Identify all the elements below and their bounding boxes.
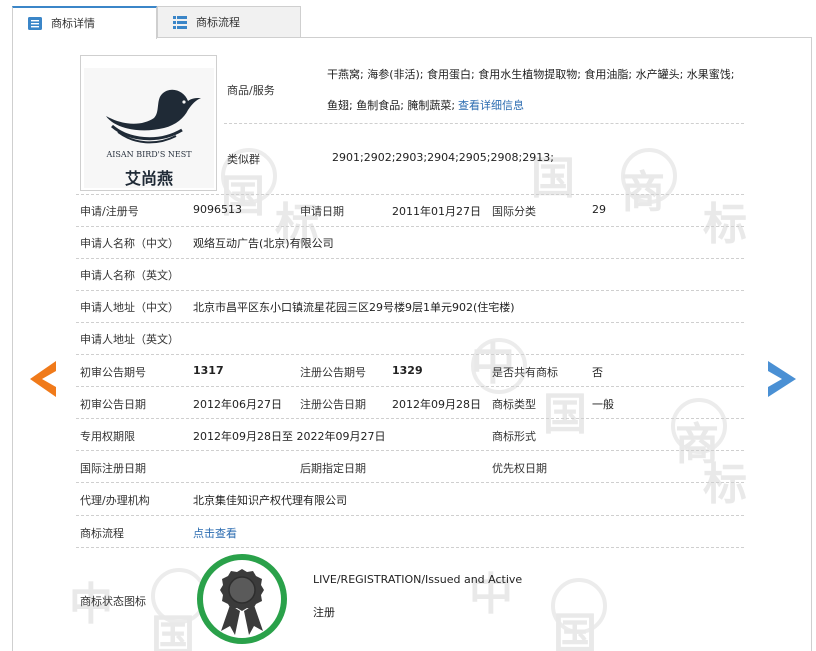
tab-trademark-flow[interactable]: 商标流程 bbox=[157, 6, 301, 38]
watermark-char: 国 bbox=[553, 609, 597, 651]
exclusive-value: 2012年09月28日至 2022年09月27日 bbox=[193, 430, 386, 443]
shared-value: 否 bbox=[592, 366, 603, 379]
prelim-issue-label: 初审公告期号 bbox=[80, 366, 146, 379]
intl-class-label: 国际分类 bbox=[492, 205, 536, 218]
tab-trademark-details[interactable]: 商标详情 bbox=[12, 6, 157, 39]
view-detail-link[interactable]: 查看详细信息 bbox=[458, 97, 524, 113]
award-ribbon-icon bbox=[197, 554, 287, 644]
logo-brand-en: AISAN BIRD'S NEST bbox=[106, 150, 192, 159]
applicant-cn-label: 申请人名称（中文） bbox=[80, 237, 179, 250]
watermark-char: 标 bbox=[703, 199, 747, 250]
applicant-cn-value: 观络互动广告(北京)有限公司 bbox=[193, 237, 334, 250]
applicant-en-label: 申请人名称（英文） bbox=[80, 269, 179, 282]
exclusive-label: 专用权期限 bbox=[80, 430, 135, 443]
agent-label: 代理/办理机构 bbox=[80, 494, 150, 507]
tm-type-value: 一般 bbox=[592, 398, 614, 411]
agent-value: 北京集佳知识产权代理有限公司 bbox=[193, 494, 347, 507]
reg-date-label: 注册公告日期 bbox=[300, 398, 366, 411]
priority-date-label: 优先权日期 bbox=[492, 462, 547, 475]
divider bbox=[76, 354, 744, 355]
prelim-issue-value: 1317 bbox=[193, 364, 224, 377]
watermark-char: 中 bbox=[469, 569, 513, 620]
divider bbox=[76, 258, 744, 259]
tab-label: 商标详情 bbox=[51, 17, 95, 30]
address-en-label: 申请人地址（英文） bbox=[80, 333, 179, 346]
later-date-label: 后期指定日期 bbox=[300, 462, 366, 475]
flow-label: 商标流程 bbox=[80, 527, 124, 540]
divider bbox=[76, 450, 744, 451]
watermark-char: 国 bbox=[543, 389, 587, 440]
reg-issue-value: 1329 bbox=[392, 364, 423, 377]
divider bbox=[76, 194, 744, 195]
similar-group-value: 2901;2902;2903;2904;2905;2908;2913; bbox=[332, 151, 554, 164]
shared-label: 是否共有商标 bbox=[492, 366, 558, 379]
watermark-char: 中 bbox=[471, 339, 515, 390]
intl-reg-date-label: 国际注册日期 bbox=[80, 462, 146, 475]
prelim-date-value: 2012年06月27日 bbox=[193, 398, 282, 411]
similar-group-label: 类似群 bbox=[227, 153, 260, 166]
app-date-label: 申请日期 bbox=[300, 205, 344, 218]
flow-view-link[interactable]: 点击查看 bbox=[193, 525, 237, 541]
app-date-value: 2011年01月27日 bbox=[392, 205, 481, 218]
divider bbox=[224, 123, 744, 124]
logo-brand-cn: 艾尚燕 bbox=[124, 169, 173, 188]
watermark-char: 国 bbox=[151, 611, 195, 651]
goods-line1: 干燕窝; 海参(非活); 食用蛋白; 食用水生植物提取物; 食用油脂; 水产罐头… bbox=[327, 68, 735, 81]
divider bbox=[76, 547, 744, 548]
tm-type-label: 商标类型 bbox=[492, 398, 536, 411]
trademark-logo-frame: AISAN BIRD'S NEST 艾尚燕 bbox=[80, 55, 217, 191]
list-icon bbox=[173, 16, 187, 29]
tm-form-label: 商标形式 bbox=[492, 430, 536, 443]
divider bbox=[76, 515, 744, 516]
divider bbox=[76, 322, 744, 323]
address-cn-value: 北京市昌平区东小口镇流星花园三区29号楼9层1单元902(住宅楼) bbox=[193, 301, 515, 314]
status-icon-label: 商标状态图标 bbox=[80, 595, 146, 608]
divider bbox=[76, 226, 744, 227]
status-cn: 注册 bbox=[313, 606, 335, 619]
chevron-left-icon[interactable] bbox=[30, 361, 56, 397]
watermark-char: 商 bbox=[621, 167, 665, 218]
divider bbox=[76, 482, 744, 483]
tab-label: 商标流程 bbox=[196, 16, 240, 29]
divider bbox=[76, 290, 744, 291]
trademark-logo: AISAN BIRD'S NEST 艾尚燕 bbox=[84, 68, 214, 188]
reg-issue-label: 注册公告期号 bbox=[300, 366, 366, 379]
status-en: LIVE/REGISTRATION/Issued and Active bbox=[313, 573, 523, 586]
list-icon bbox=[28, 17, 42, 30]
divider bbox=[76, 386, 744, 387]
goods-label: 商品/服务 bbox=[227, 84, 275, 97]
address-cn-label: 申请人地址（中文） bbox=[80, 301, 179, 314]
chevron-right-icon[interactable] bbox=[768, 361, 796, 397]
reg-no-label: 申请/注册号 bbox=[80, 205, 139, 218]
reg-date-value: 2012年09月28日 bbox=[392, 398, 481, 411]
divider bbox=[76, 418, 744, 419]
reg-no-value: 9096513 bbox=[193, 203, 242, 216]
prelim-date-label: 初审公告日期 bbox=[80, 398, 146, 411]
intl-class-value: 29 bbox=[592, 203, 606, 216]
watermark-char: 标 bbox=[703, 459, 747, 510]
goods-line2: 鱼翅; 鱼制食品; 腌制蔬菜; bbox=[327, 99, 456, 112]
